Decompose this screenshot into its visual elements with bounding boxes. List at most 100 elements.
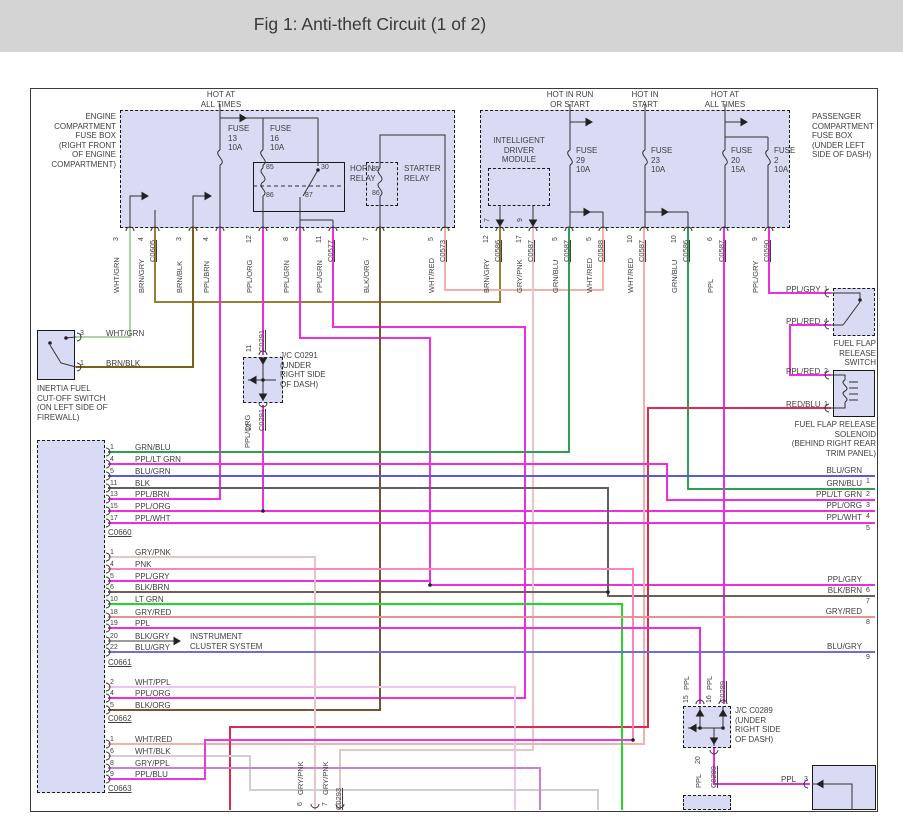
engine-fuse-box-label: ENGINE COMPARTMENT FUSE BOX (RIGHT FRONT… [40,112,116,169]
vertical-label-c0605: C0605 [148,240,157,262]
wiring-diagram-page: Fig 1: Anti-theft Circuit (1 of 2) ENGIN… [0,0,903,818]
vertical-label-c0293: C0293 [334,788,343,810]
pin-number: 6 [110,583,114,593]
hot-in-start-label: HOT IN START [615,90,675,109]
vertical-label-c0573: C0573 [438,240,447,262]
vertical-label-c0587: C0587 [637,240,646,262]
text-ppl: PPL [781,775,796,785]
inertia-fuel-cutoff-switch-box [37,330,75,380]
pin-number: 5 [110,572,114,582]
vertical-label-grn-blu: GRN/BLU [551,260,560,293]
text-2: 2 [824,367,828,377]
fuse-23-label: FUSE 23 10A [651,146,672,175]
text-ppl-gry: PPL/GRY [786,285,821,295]
vertical-label-c0590: C0590 [762,240,771,262]
vertical-label-9: 9 [516,218,525,222]
vertical-label-5: 5 [551,237,560,241]
starter-relay-label: STARTER RELAY [404,164,441,183]
pin-number: 13 [110,490,118,500]
vertical-label-6: 6 [296,802,305,806]
vertical-label-3: 3 [112,237,121,241]
text-87: 87 [305,191,313,201]
jc-c0291-label: J/C C0291 (UNDER RIGHT SIDE OF DASH) [280,351,326,389]
fuel-flap-switch-label: FUEL FLAP RELEASE SWITCH [800,339,876,368]
text-1: 1 [824,285,828,295]
connector-c0660-label: C0660 [108,528,132,538]
vertical-label-15: 15 [682,695,691,703]
vertical-label-12: 12 [482,235,491,243]
wire-name-label: BLU/GRN [782,466,862,476]
text-85: 85 [372,165,380,175]
vertical-label-brn-gry: BRN/GRY [482,259,491,293]
wire-name-label: PPL/GRY [135,572,170,582]
pin-number: 5 [110,467,114,477]
vertical-label-ppl-grn: PPL/GRN [315,260,324,293]
vertical-label-c0289: C0289 [718,681,727,703]
pin-number: 4 [866,512,870,522]
vertical-label-ppl-grn: PPL/GRN [282,260,291,293]
intelligent-driver-module-label: INTELLIGENT DRIVER MODULE [487,136,551,165]
pin-number: 8 [866,618,870,628]
page-title: Fig 1: Anti-theft Circuit (1 of 2) [0,14,740,35]
vertical-label-5: 5 [427,237,436,241]
wire-name-label: PPL/ORG [135,689,171,699]
pin-number: 6 [110,747,114,757]
text-3: 3 [804,775,808,785]
intelligent-driver-module-box [488,168,550,206]
vertical-label-c0587: C0587 [717,240,726,262]
text-30: 30 [321,163,329,173]
vertical-label-17: 17 [515,235,524,243]
vertical-label-c0291: C0291 [257,330,266,352]
pin-number: 4 [110,560,114,570]
pin-number: 1 [110,443,114,453]
vertical-label-ppl-org: PPL/ORG [243,415,252,448]
instrument-cluster-label: INSTRUMENT CLUSTER SYSTEM [190,632,262,651]
vertical-label-wht-grn: WHT/GRN [112,257,121,293]
jc-c0289-box [683,706,731,748]
pin-number: 19 [110,619,118,629]
wire-name-label: BLK/ORG [135,701,171,711]
text-brn-blk: BRN/BLK [106,359,140,369]
pin-number: 10 [110,595,118,605]
vertical-label-c0586: C0586 [493,240,502,262]
pin-number: 1 [110,735,114,745]
pin-number: 4 [110,455,114,465]
vertical-label-ppl-brn: PPL/BRN [202,261,211,293]
vertical-label-4: 4 [202,237,211,241]
vertical-label-wht-red: WHT/RED [427,258,436,293]
vertical-label-gry-pnk: GRY/PNK [296,761,305,795]
connector-c0662-label: C0662 [108,714,132,724]
wire-name-label: PPL/ORG [782,501,862,511]
text-85: 85 [266,163,274,173]
wire-name-label: PPL/GRY [782,575,862,585]
connector-c0661-label: C0661 [108,658,132,668]
wire-name-label: PPL/WHT [782,513,862,523]
wire-name-label: BLK/BRN [135,583,169,593]
hot-at-all-times-right-label: HOT AT ALL TIMES [695,90,755,109]
wire-name-label: GRY/RED [135,608,171,618]
vertical-label-5: 5 [585,237,594,241]
text-4: 4 [824,317,828,327]
vertical-label-ppl-org: PPL/ORG [245,260,254,293]
bottom-right-module-box [812,765,876,810]
vertical-label-ppl: PPL [706,279,715,293]
vertical-label-ppl: PPL [694,774,703,788]
pin-number: 3 [866,501,870,511]
vertical-label-c0588: C0588 [596,240,605,262]
jc-c0289-label: J/C C0289 (UNDER RIGHT SIDE OF DASH) [735,706,781,744]
pin-number: 17 [110,514,118,524]
left-module-box [37,440,105,793]
pin-number: 6 [866,586,870,596]
wire-name-label: BLU/GRY [782,642,862,652]
vertical-label-7: 7 [362,237,371,241]
vertical-label-c0577: C0577 [326,240,335,262]
vertical-label-11: 11 [245,345,254,352]
wire-name-label: BLK [135,479,150,489]
vertical-label-gry-pnk: GRY/PNK [321,761,330,795]
passenger-fuse-box-label: PASSENGER COMPARTMENT FUSE BOX (UNDER LE… [812,112,874,160]
wire-name-label: WHT/PPL [135,678,171,688]
wire-name-label: BLU/GRN [135,467,171,477]
vertical-label-ppl-gry: PPL/GRY [751,261,760,293]
text-3: 3 [80,329,84,339]
fuse-13-label: FUSE 13 10A [228,124,249,153]
